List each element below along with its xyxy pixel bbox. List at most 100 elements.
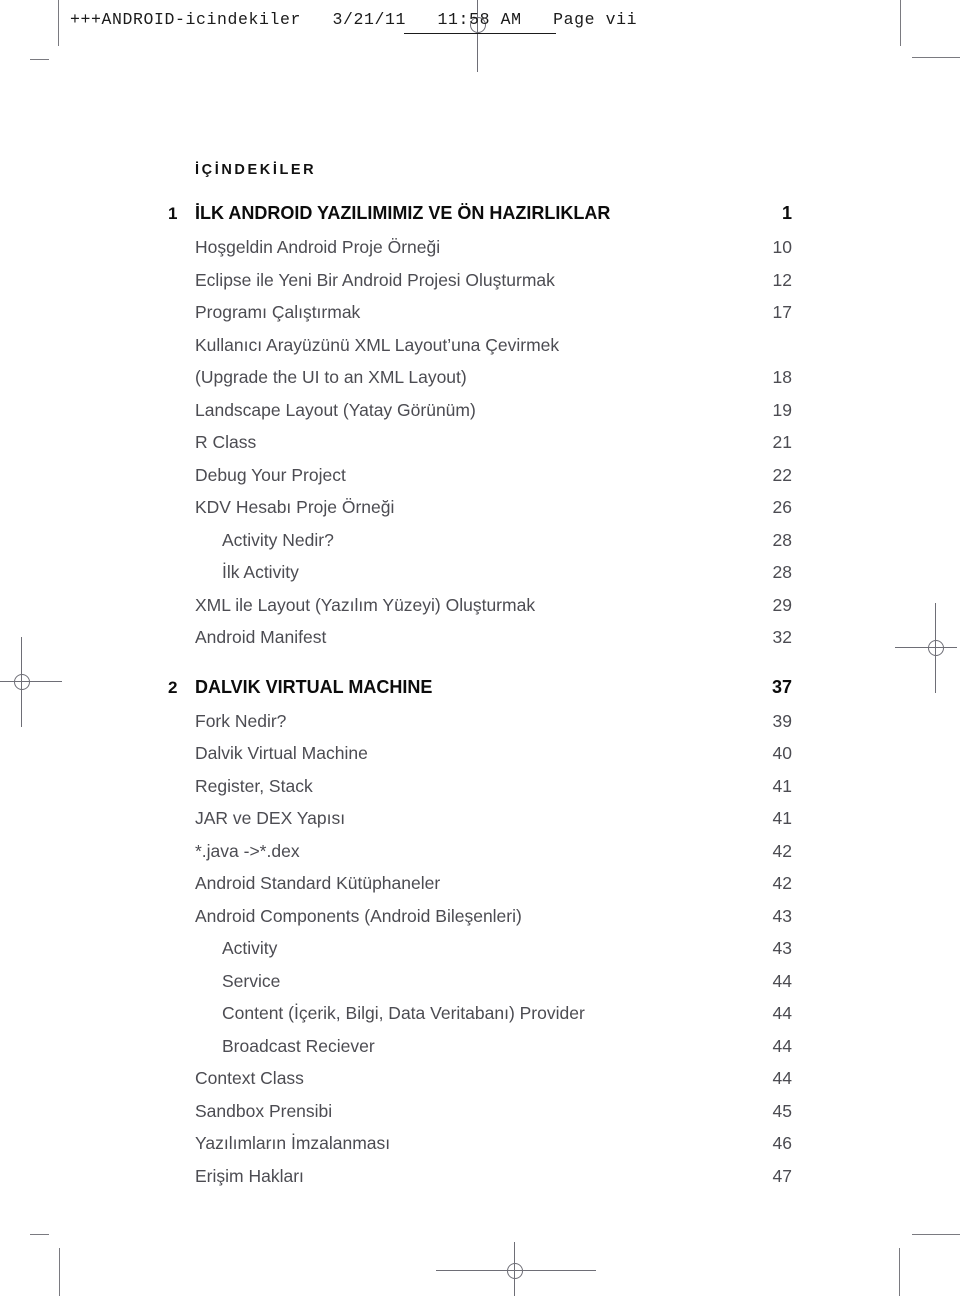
toc-entry-label: Activity xyxy=(222,938,278,958)
toc-page-number: 22 xyxy=(772,464,792,485)
toc-page-number: 41 xyxy=(772,775,792,796)
toc-entry-row[interactable]: Yazılımların İmzalanması 46 xyxy=(168,1133,792,1153)
toc-page-number: 12 xyxy=(772,269,792,290)
toc-entry-label: Register, Stack xyxy=(195,775,313,796)
toc-entry-label: İlk Activity xyxy=(222,562,299,582)
toc-entry-row[interactable]: Eclipse ile Yeni Bir Android Projesi Olu… xyxy=(168,269,792,290)
toc-page-number: 10 xyxy=(772,237,792,257)
toc-entry-label: Kullanıcı Arayüzünü XML Layout’una Çevir… xyxy=(195,334,560,355)
registration-mark-bottom xyxy=(436,1242,596,1296)
toc-entry-row[interactable]: Context Class 44 xyxy=(168,1068,792,1088)
toc-entry-label: Dalvik Virtual Machine xyxy=(195,743,368,763)
toc-entry-label: R Class xyxy=(195,432,257,452)
slug-rule-left xyxy=(58,0,59,46)
toc-entry-row[interactable]: Android Manifest 32 xyxy=(168,627,792,647)
toc-page-number: 17 xyxy=(772,302,792,322)
toc-entry-label: Landscape Layout (Yatay Görünüm) xyxy=(195,399,476,420)
table-of-contents: İÇİNDEKİLER 1 İLK ANDROID YAZILIMIMIZ VE … xyxy=(168,162,792,1200)
crop-mark-bottom-left-vertical xyxy=(59,1248,60,1296)
toc-entry-row[interactable]: Dalvik Virtual Machine 40 xyxy=(168,743,792,763)
registration-vertical-line xyxy=(21,637,22,727)
toc-entry-label: DALVIK VIRTUAL MACHINE xyxy=(195,676,433,697)
crop-mark-top-left-horizontal xyxy=(30,59,49,60)
toc-entry-row[interactable]: Erişim Hakları 47 xyxy=(168,1165,792,1186)
toc-page-number: 28 xyxy=(772,562,792,582)
toc-entry-row[interactable]: Debug Your Project 22 xyxy=(168,464,792,485)
toc-entry-row[interactable]: İlk Activity 28 xyxy=(168,562,792,582)
toc-chapter-number: 2 xyxy=(168,677,178,697)
toc-entry-label: Service xyxy=(222,970,281,991)
toc-page-number: 39 xyxy=(772,710,792,731)
toc-entry-row[interactable]: Register, Stack 41 xyxy=(168,775,792,796)
toc-page-number: 42 xyxy=(772,873,792,893)
toc-entry-row[interactable]: Broadcast Reciever 44 xyxy=(168,1035,792,1056)
toc-entry-list: 1 İLK ANDROID YAZILIMIMIZ VE ÖN HAZIRLIKL… xyxy=(168,204,792,1185)
toc-entry-row[interactable]: Content (İçerik, Bilgi, Data Veritabanı)… xyxy=(168,1003,792,1023)
registration-horizontal-line xyxy=(436,1270,596,1271)
toc-entry-label: Sandbox Prensibi xyxy=(195,1100,333,1121)
toc-page-number: 43 xyxy=(772,905,792,926)
toc-entry-row[interactable]: Android Components (Android Bileşenleri)… xyxy=(168,905,792,926)
toc-entry-row[interactable]: Fork Nedir? 39 xyxy=(168,710,792,731)
toc-page-number: 42 xyxy=(772,840,792,861)
toc-entry-row[interactable]: Activity Nedir? 28 xyxy=(168,531,792,550)
toc-page-number: 19 xyxy=(772,399,792,420)
toc-chapter-number: 1 xyxy=(168,204,178,223)
toc-entry-row[interactable]: XML ile Layout (Yazılım Yüzeyi) Oluşturm… xyxy=(168,594,792,615)
toc-entry-label: JAR ve DEX Yapısı xyxy=(195,808,346,828)
toc-entry-row[interactable]: Kullanıcı Arayüzünü XML Layout’una Çevir… xyxy=(168,334,792,355)
toc-page-number: 44 xyxy=(772,1003,792,1023)
toc-page-number: 41 xyxy=(772,808,792,828)
toc-entry-row[interactable]: (Upgrade the UI to an XML Layout) 18 xyxy=(168,368,792,387)
crop-mark-bottom-left-horizontal xyxy=(30,1234,49,1235)
registration-circle-icon xyxy=(928,640,944,656)
toc-entry-row[interactable]: Programı Çalıştırmak 17 xyxy=(168,302,792,322)
toc-entry-row[interactable]: Sandbox Prensibi 45 xyxy=(168,1100,792,1121)
toc-page-number: 44 xyxy=(772,1035,792,1056)
registration-vertical-line xyxy=(935,603,936,693)
toc-entry-row[interactable]: Activity 43 xyxy=(168,938,792,958)
toc-entry-label: Debug Your Project xyxy=(195,464,346,485)
toc-entry-label: XML ile Layout (Yazılım Yüzeyi) Oluşturm… xyxy=(195,594,536,615)
registration-circle-icon xyxy=(507,1263,523,1279)
slug-underline xyxy=(404,33,556,34)
toc-entry-row[interactable]: R Class 21 xyxy=(168,432,792,452)
toc-entry-label: Yazılımların İmzalanması xyxy=(195,1133,391,1153)
toc-page-number: 45 xyxy=(772,1100,792,1121)
crop-mark-bottom-right-horizontal xyxy=(912,1234,960,1235)
registration-horizontal-line xyxy=(895,647,957,648)
toc-entry-label: Android Manifest xyxy=(195,627,327,647)
toc-entry-row[interactable]: Hoşgeldin Android Proje Örneği 10 xyxy=(168,237,792,257)
toc-entry-row[interactable]: Android Standard Kütüphaneler 42 xyxy=(168,873,792,893)
toc-page-number: 40 xyxy=(772,743,792,763)
preflight-slug: +++ANDROID-icindekiler 3/21/11 11:58 AM … xyxy=(70,10,638,29)
toc-entry-label: Context Class xyxy=(195,1068,304,1088)
toc-entry-row[interactable]: KDV Hesabı Proje Örneği 26 xyxy=(168,497,792,517)
toc-entry-row[interactable]: JAR ve DEX Yapısı 41 xyxy=(168,808,792,828)
toc-page-number: 47 xyxy=(772,1165,792,1186)
toc-entry-label: Content (İçerik, Bilgi, Data Veritabanı)… xyxy=(222,1003,585,1023)
toc-entry-label: İLK ANDROID YAZILIMIMIZ VE ÖN HAZIRLIKLA… xyxy=(195,203,611,223)
toc-entry-label: KDV Hesabı Proje Örneği xyxy=(195,497,395,517)
registration-circle-icon xyxy=(14,674,30,690)
toc-page-number: 46 xyxy=(772,1133,792,1153)
toc-entry-label: Fork Nedir? xyxy=(195,710,287,731)
registration-horizontal-line xyxy=(0,681,62,682)
toc-chapter-row[interactable]: 2 DALVIK VIRTUAL MACHINE 37 xyxy=(168,678,792,696)
toc-chapter-row[interactable]: 1 İLK ANDROID YAZILIMIMIZ VE ÖN HAZIRLIKL… xyxy=(168,204,792,222)
toc-entry-label: Android Components (Android Bileşenleri) xyxy=(195,905,522,926)
toc-entry-row[interactable]: *.java ->*.dex 42 xyxy=(168,840,792,861)
crop-mark-top-right-vertical xyxy=(900,0,901,46)
toc-entry-row[interactable]: Landscape Layout (Yatay Görünüm) 19 xyxy=(168,399,792,420)
toc-entry-row[interactable]: Service 44 xyxy=(168,970,792,991)
toc-entry-label: Hoşgeldin Android Proje Örneği xyxy=(195,237,441,257)
registration-mark-right xyxy=(895,603,957,693)
toc-page-number: 1 xyxy=(781,203,792,223)
crop-mark-top-right-horizontal xyxy=(912,57,960,58)
registration-mark-left xyxy=(0,637,62,727)
toc-page-number: 44 xyxy=(772,970,792,991)
crop-mark-bottom-right-vertical xyxy=(899,1248,900,1296)
toc-heading: İÇİNDEKİLER xyxy=(195,162,317,178)
toc-entry-label: Programı Çalıştırmak xyxy=(195,302,361,322)
toc-page-number: 26 xyxy=(772,497,792,517)
